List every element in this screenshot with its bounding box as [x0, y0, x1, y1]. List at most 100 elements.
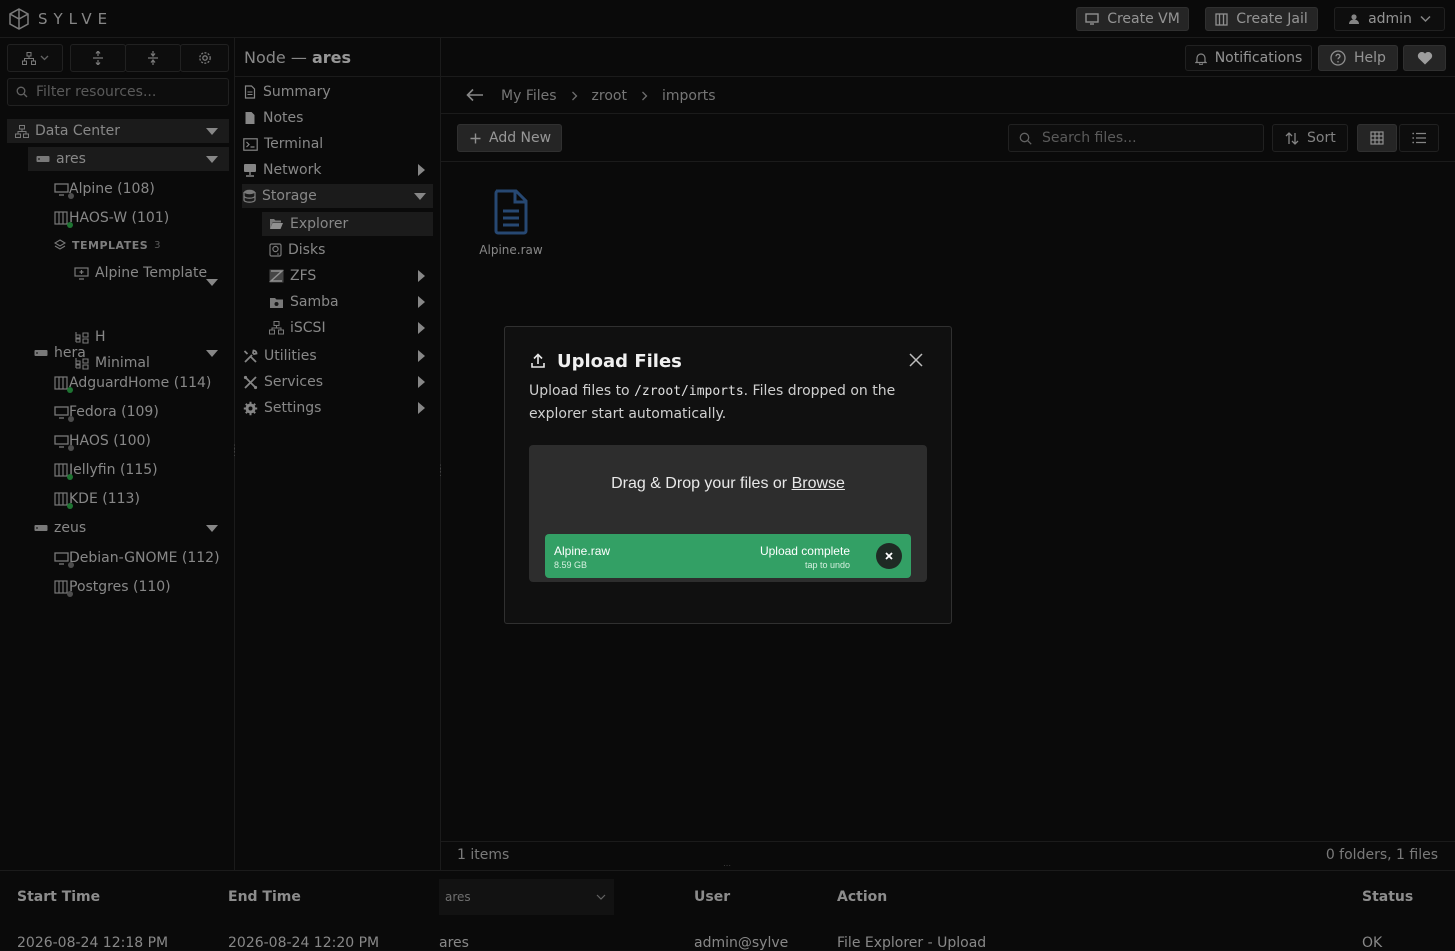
collapse-all-button[interactable]: [125, 44, 181, 72]
sort-button[interactable]: Sort: [1272, 124, 1348, 152]
notifications-label: Notifications: [1214, 50, 1303, 66]
nav-settings[interactable]: Settings: [243, 396, 321, 420]
tree-item-vm[interactable]: Fedora (109): [54, 400, 159, 424]
tree-item-jail[interactable]: AdguardHome (114): [54, 371, 211, 395]
node-label: hera: [54, 345, 86, 361]
browse-link[interactable]: Browse: [792, 475, 845, 492]
chevron-right-icon: [571, 91, 578, 101]
templates-label: TEMPLATES: [72, 238, 149, 252]
list-view-button[interactable]: [1399, 124, 1439, 152]
chevron-right-icon[interactable]: [418, 296, 425, 308]
templates-group[interactable]: TEMPLATES 3: [54, 233, 161, 257]
chevron-down-icon[interactable]: [206, 525, 218, 532]
nav-network[interactable]: Network: [243, 158, 321, 182]
nav-disks[interactable]: Disks: [269, 238, 325, 262]
dialog-description: Upload files to /zroot/imports. Files dr…: [529, 380, 919, 425]
grid-view-button[interactable]: [1357, 124, 1397, 152]
chevron-right-icon[interactable]: [418, 350, 425, 362]
nav-storage[interactable]: Storage: [243, 184, 317, 208]
column-header-user[interactable]: User: [694, 889, 730, 905]
undo-upload-button[interactable]: [876, 543, 902, 569]
gear-icon: [243, 401, 258, 416]
grid-icon: [1370, 131, 1384, 145]
chevron-right-icon[interactable]: [418, 376, 425, 388]
divider: [441, 113, 1455, 114]
upload-icon: [530, 353, 546, 369]
tree-item-vm[interactable]: Alpine (108): [54, 177, 155, 201]
tree-node-ares[interactable]: ares: [28, 147, 229, 171]
nav-samba[interactable]: Samba: [269, 290, 339, 314]
nav-summary[interactable]: Summary: [243, 80, 331, 104]
column-header-action[interactable]: Action: [837, 889, 887, 905]
sort-icon: [1285, 131, 1299, 145]
file-item[interactable]: Alpine.raw: [475, 189, 547, 269]
share-folder-icon: [269, 296, 284, 309]
breadcrumb-item[interactable]: My Files: [501, 88, 557, 104]
create-jail-button[interactable]: Create Jail: [1205, 7, 1318, 31]
user-menu-button[interactable]: admin: [1334, 7, 1445, 31]
help-label: Help: [1354, 50, 1386, 66]
monitor-icon: [54, 405, 74, 422]
tree-item-jail[interactable]: KDE (113): [54, 487, 140, 511]
nav-services[interactable]: Services: [243, 370, 323, 394]
column-header-start[interactable]: Start Time: [17, 889, 100, 905]
nav-notes[interactable]: Notes: [243, 106, 303, 130]
chevron-down-icon[interactable]: [414, 193, 426, 200]
help-button[interactable]: Help: [1318, 45, 1398, 71]
node-label: ares: [56, 151, 86, 167]
column-header-end[interactable]: End Time: [228, 889, 301, 905]
back-arrow-icon[interactable]: [466, 88, 484, 102]
heart-icon: [1417, 51, 1433, 65]
sidebar-settings-button[interactable]: [180, 44, 229, 72]
expand-all-button[interactable]: [70, 44, 126, 72]
resize-handle[interactable]: ⋯: [723, 862, 735, 870]
chevron-right-icon[interactable]: [418, 322, 425, 334]
tree-item-label: AdguardHome (114): [69, 375, 212, 391]
nav-utilities[interactable]: Utilities: [243, 344, 317, 368]
datacenter-icon: [15, 124, 29, 138]
tree-item-datacenter[interactable]: Data Center: [7, 119, 229, 143]
notifications-button[interactable]: Notifications: [1185, 45, 1312, 71]
nav-iscsi[interactable]: iSCSI: [269, 316, 326, 340]
template-item[interactable]: Alpine Template: [74, 261, 207, 285]
chevron-down-icon[interactable]: [206, 350, 218, 357]
nav-zfs[interactable]: ZFS: [269, 264, 316, 288]
upload-hint: tap to undo: [804, 560, 850, 570]
chevron-down-icon[interactable]: [206, 279, 218, 286]
chevron-right-icon[interactable]: [418, 270, 425, 282]
drop-zone[interactable]: Drag & Drop your files or Browse Alpine.…: [529, 445, 927, 582]
chevron-down-icon[interactable]: [206, 128, 218, 135]
donate-button[interactable]: [1403, 45, 1446, 71]
add-new-button[interactable]: Add New: [457, 124, 562, 152]
filter-resources-input[interactable]: Filter resources...: [7, 78, 229, 106]
nav-label: Settings: [264, 400, 322, 416]
tree-item-vm[interactable]: Debian-GNOME (112): [54, 546, 220, 570]
tree-item-label: HAOS-W (101): [69, 210, 170, 226]
nav-explorer[interactable]: Explorer: [269, 212, 348, 236]
node-filter-select[interactable]: ares: [439, 879, 614, 915]
tree-node-hera[interactable]: hera: [28, 341, 229, 365]
close-icon[interactable]: [909, 353, 923, 367]
task-node: ares: [439, 935, 469, 951]
tree-node-zeus[interactable]: zeus: [28, 516, 229, 540]
chevron-down-icon: [40, 55, 49, 61]
search-files-input[interactable]: Search files...: [1008, 124, 1264, 152]
tree-item-jail[interactable]: Jellyfin (115): [54, 458, 158, 482]
tree-item-jail[interactable]: HAOS-W (101): [54, 206, 169, 230]
create-vm-button[interactable]: Create VM: [1076, 7, 1189, 31]
chevron-right-icon[interactable]: [418, 402, 425, 414]
nav-terminal[interactable]: Terminal: [243, 132, 323, 156]
chevron-right-icon[interactable]: [418, 164, 425, 176]
drop-text: Drag & Drop your files or: [611, 475, 792, 492]
tree-view-button[interactable]: [7, 44, 63, 72]
chevron-down-icon[interactable]: [206, 156, 218, 163]
column-header-status[interactable]: Status: [1362, 889, 1413, 905]
breadcrumb-item[interactable]: zroot: [592, 88, 627, 104]
plus-icon: [470, 133, 481, 144]
tree-item-jail[interactable]: Postgres (110): [54, 575, 171, 599]
tree-item-vm[interactable]: HAOS (100): [54, 429, 151, 453]
breadcrumb-item[interactable]: imports: [662, 88, 716, 104]
tools-icon: [243, 349, 258, 364]
file-name: Alpine.raw: [479, 243, 543, 257]
templates-count: 3: [154, 239, 161, 251]
